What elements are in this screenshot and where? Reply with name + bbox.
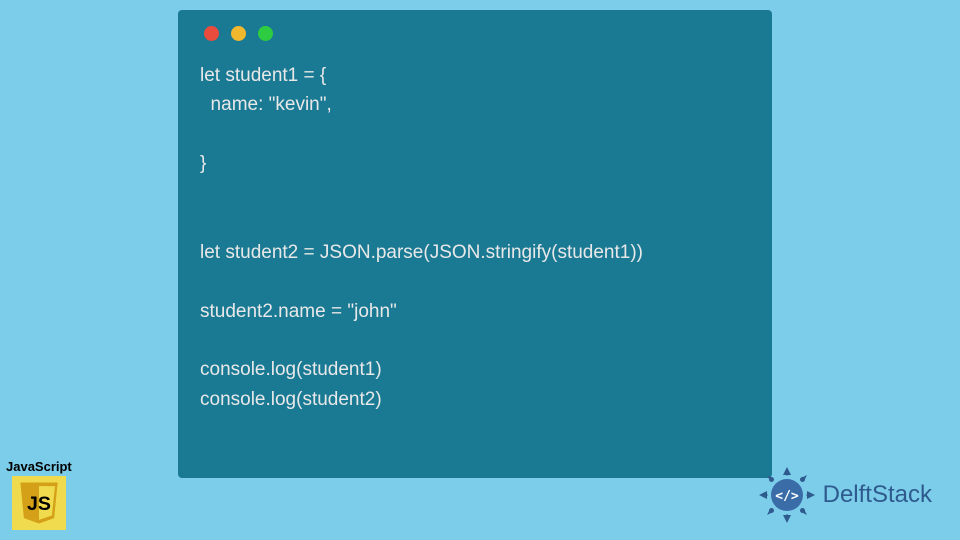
delftstack-text: DelftStack xyxy=(823,481,932,509)
delftstack-logo: </> DelftStack xyxy=(757,465,932,525)
code-content: let student1 = { name: "kevin", } let st… xyxy=(200,61,750,414)
js-label: JavaScript xyxy=(6,459,72,474)
window-controls xyxy=(200,26,750,41)
maximize-dot xyxy=(258,26,273,41)
code-window: let student1 = { name: "kevin", } let st… xyxy=(178,10,772,478)
javascript-badge: JavaScript JS xyxy=(6,459,72,530)
close-dot xyxy=(204,26,219,41)
svg-text:</>: </> xyxy=(775,489,799,504)
delftstack-sun-icon: </> xyxy=(757,465,817,525)
svg-text:JS: JS xyxy=(27,493,51,515)
minimize-dot xyxy=(231,26,246,41)
js-shield-icon: JS xyxy=(12,476,66,530)
